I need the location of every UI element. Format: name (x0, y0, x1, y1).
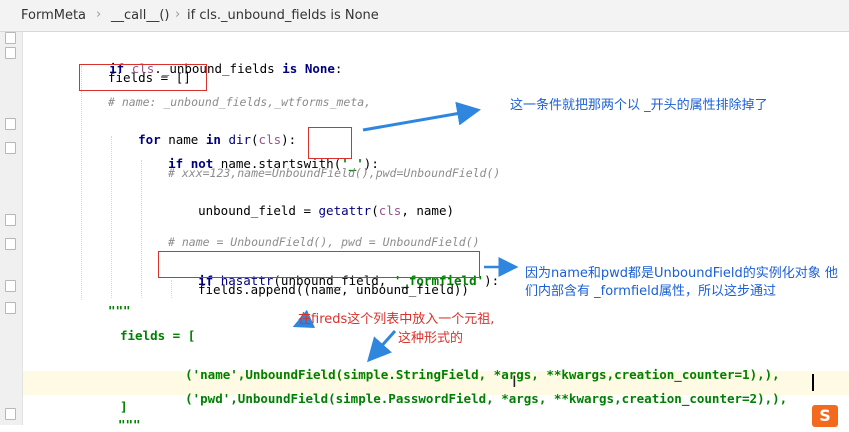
arrow-to-tuple (366, 329, 397, 363)
arrow-to-underscore-note (362, 101, 481, 132)
annotation-tuple-note-1: 在fireds这个列表中放入一个元祖, (298, 312, 495, 327)
annotation-arrows (292, 101, 519, 363)
text-caret (812, 374, 814, 391)
annotation-formfield-note: 因为name和pwd都是UnboundField的实例化对象 他们内部含有 _f… (525, 266, 838, 299)
sogou-logo-icon[interactable]: S (812, 405, 838, 427)
text-cursor-icon: I (512, 372, 517, 391)
annotation-underscore-note: 这一条件就把那两个以 _开头的属性排除掉了 (510, 98, 768, 113)
annotation-tuple-note-2: 这种形式的 (398, 331, 464, 346)
